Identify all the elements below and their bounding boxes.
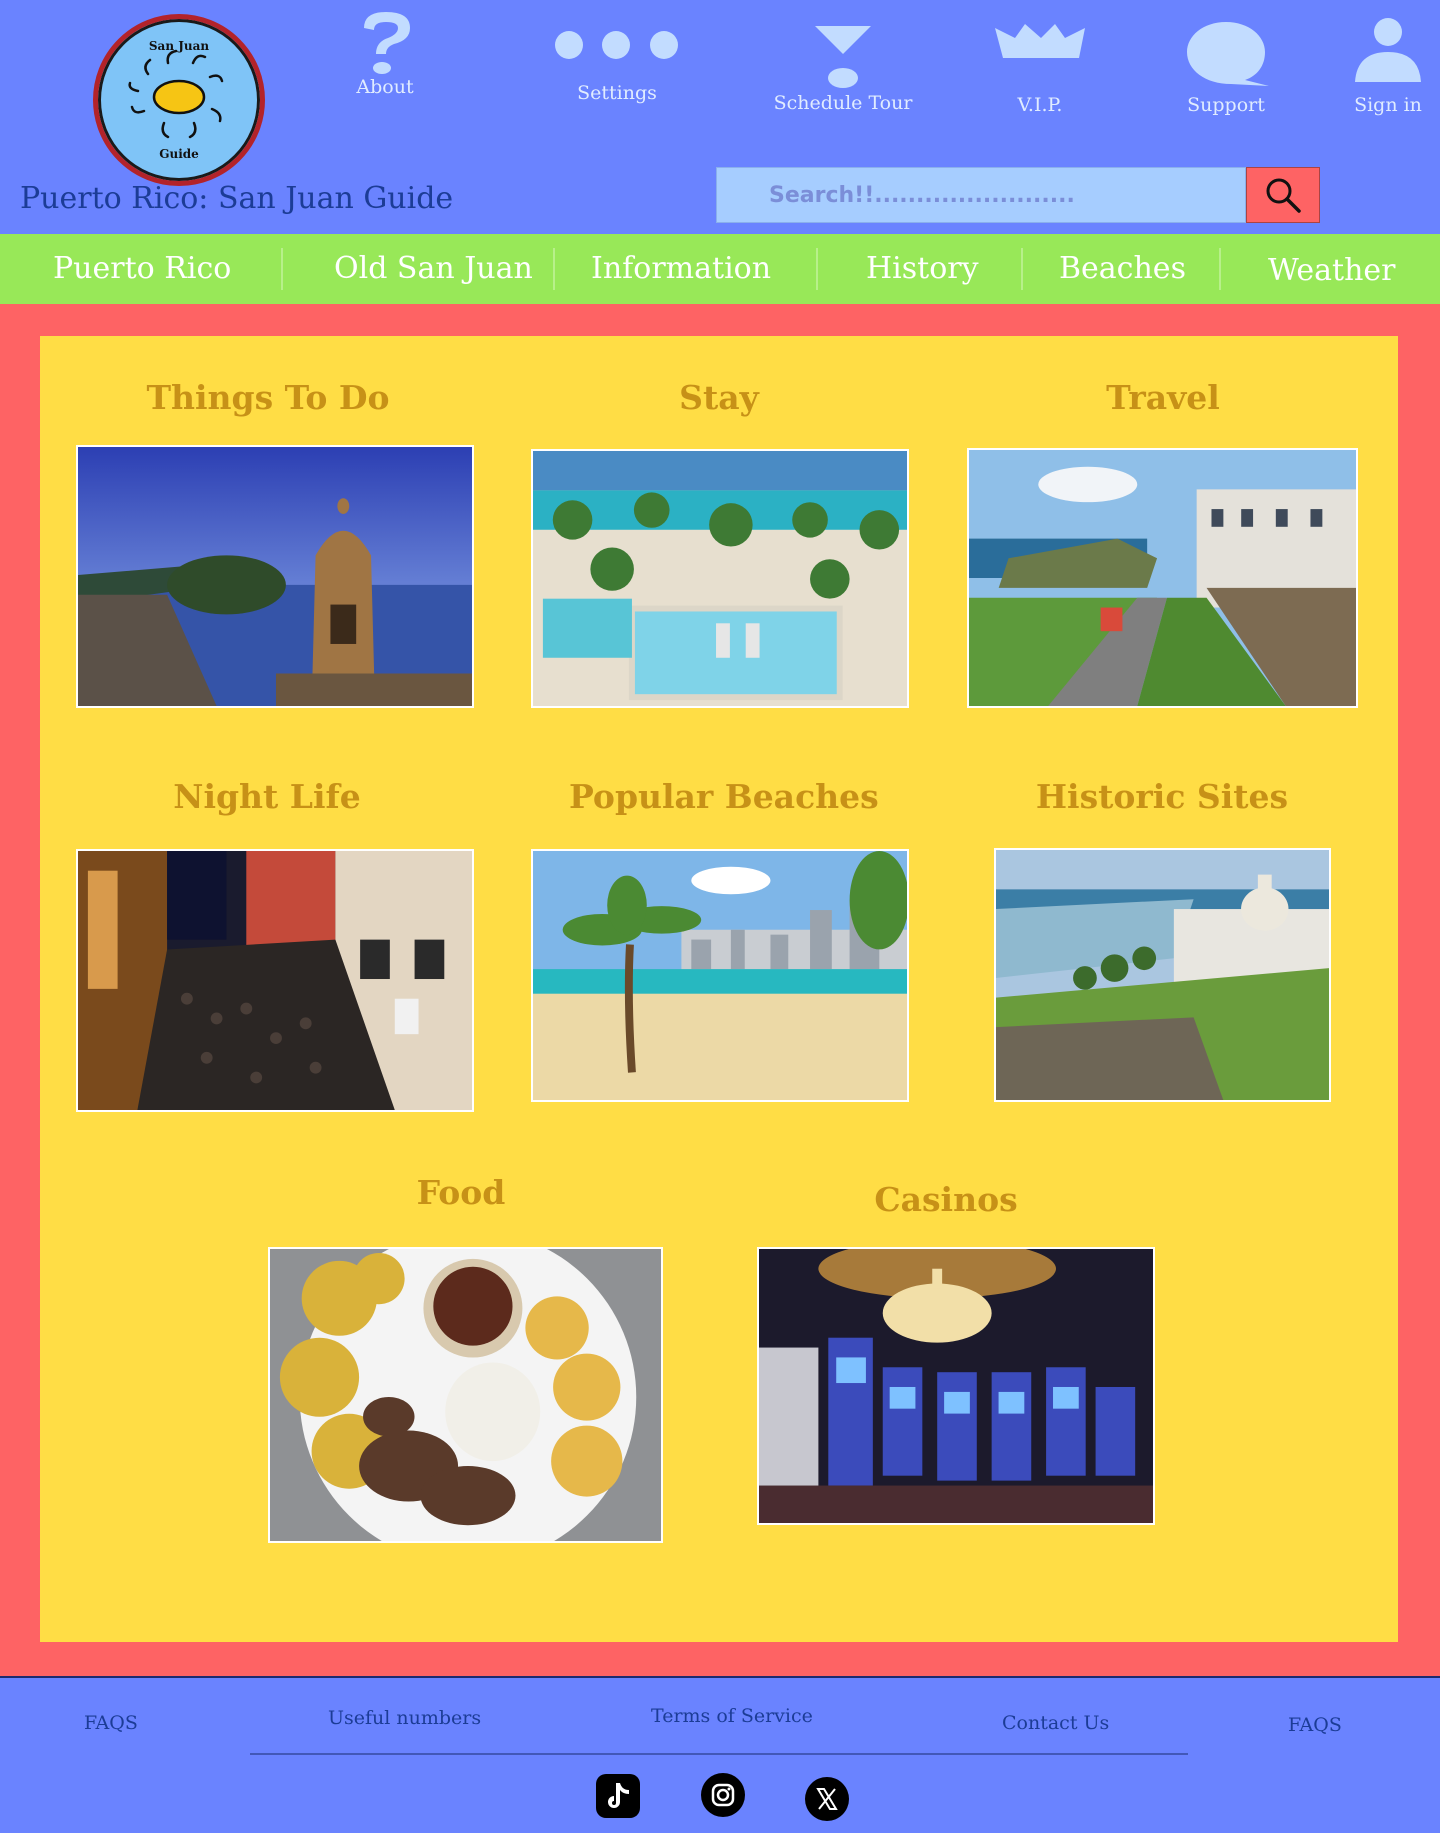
- nav-item-history[interactable]: History: [866, 234, 979, 304]
- tour-icon: [815, 26, 871, 88]
- nav-schedule-tour-label: Schedule Tour: [773, 92, 913, 114]
- search-box: [716, 167, 1246, 223]
- card-image-historic-sites[interactable]: [994, 848, 1331, 1102]
- nav-divider: [816, 248, 818, 290]
- nav-sign-in-label: Sign in: [1354, 94, 1422, 116]
- nav-settings[interactable]: Settings: [552, 28, 682, 104]
- chat-bubble-icon: [1187, 22, 1269, 86]
- nav-item-old-san-juan[interactable]: Old San Juan: [334, 234, 533, 304]
- site-header: San Juan Guide Puerto Rico: San Juan Gui…: [0, 0, 1440, 234]
- search-input[interactable]: [717, 168, 1245, 222]
- nav-about[interactable]: About: [345, 10, 425, 98]
- footer-divider: [250, 1753, 1188, 1755]
- footer-link-terms[interactable]: Terms of Service: [651, 1705, 813, 1727]
- nav-sign-in[interactable]: Sign in: [1346, 16, 1430, 116]
- card-image-food[interactable]: [268, 1247, 663, 1543]
- card-image-casinos[interactable]: [757, 1247, 1155, 1525]
- nav-item-weather[interactable]: Weather: [1268, 236, 1396, 306]
- card-title-historic-sites[interactable]: Historic Sites: [1012, 777, 1312, 816]
- search-icon: [1266, 178, 1301, 213]
- crown-icon: [995, 24, 1085, 58]
- nav-vip[interactable]: V.I.P.: [995, 24, 1085, 116]
- card-title-night-life[interactable]: Night Life: [117, 777, 417, 816]
- footer-link-useful-numbers[interactable]: Useful numbers: [328, 1707, 481, 1729]
- nav-divider: [553, 248, 555, 290]
- card-image-stay[interactable]: [531, 449, 909, 708]
- card-image-popular-beaches[interactable]: [531, 849, 909, 1102]
- main-nav: Puerto Rico Old San Juan Information His…: [0, 234, 1440, 304]
- card-image-things-to-do[interactable]: [76, 445, 474, 708]
- card-image-travel[interactable]: [967, 448, 1358, 708]
- question-icon: [364, 12, 410, 74]
- instagram-icon[interactable]: [701, 1773, 745, 1817]
- nav-support[interactable]: Support: [1178, 20, 1274, 116]
- card-title-casinos[interactable]: Casinos: [796, 1180, 1096, 1219]
- nav-divider: [281, 248, 283, 290]
- nav-divider: [1021, 248, 1023, 290]
- nav-support-label: Support: [1187, 94, 1265, 116]
- tiktok-icon[interactable]: [596, 1774, 640, 1818]
- card-title-things-to-do[interactable]: Things To Do: [118, 378, 418, 417]
- card-title-stay[interactable]: Stay: [569, 378, 869, 417]
- nav-schedule-tour[interactable]: Schedule Tour: [773, 24, 913, 114]
- nav-item-beaches[interactable]: Beaches: [1059, 234, 1186, 304]
- card-image-night-life[interactable]: [76, 849, 474, 1112]
- site-title[interactable]: Puerto Rico: San Juan Guide: [20, 181, 453, 216]
- logo-text-bottom: Guide: [159, 147, 199, 161]
- site-logo[interactable]: San Juan Guide: [93, 14, 265, 186]
- footer-link-contact[interactable]: Contact Us: [1002, 1712, 1109, 1734]
- nav-divider: [1219, 248, 1221, 290]
- x-icon[interactable]: [805, 1777, 849, 1821]
- card-title-food[interactable]: Food: [311, 1173, 611, 1212]
- dots-icon: [555, 31, 678, 59]
- nav-item-puerto-rico[interactable]: Puerto Rico: [53, 234, 231, 304]
- user-icon: [1355, 18, 1421, 82]
- nav-vip-label: V.I.P.: [1017, 94, 1063, 116]
- nav-item-information[interactable]: Information: [591, 234, 771, 304]
- nav-settings-label: Settings: [577, 82, 657, 104]
- card-title-popular-beaches[interactable]: Popular Beaches: [569, 777, 879, 816]
- nav-about-label: About: [356, 76, 414, 98]
- footer-link-faqs-2[interactable]: FAQS: [1288, 1714, 1342, 1736]
- card-title-travel[interactable]: Travel: [1013, 378, 1313, 417]
- search-button[interactable]: [1246, 167, 1320, 223]
- footer-link-faqs[interactable]: FAQS: [84, 1712, 138, 1734]
